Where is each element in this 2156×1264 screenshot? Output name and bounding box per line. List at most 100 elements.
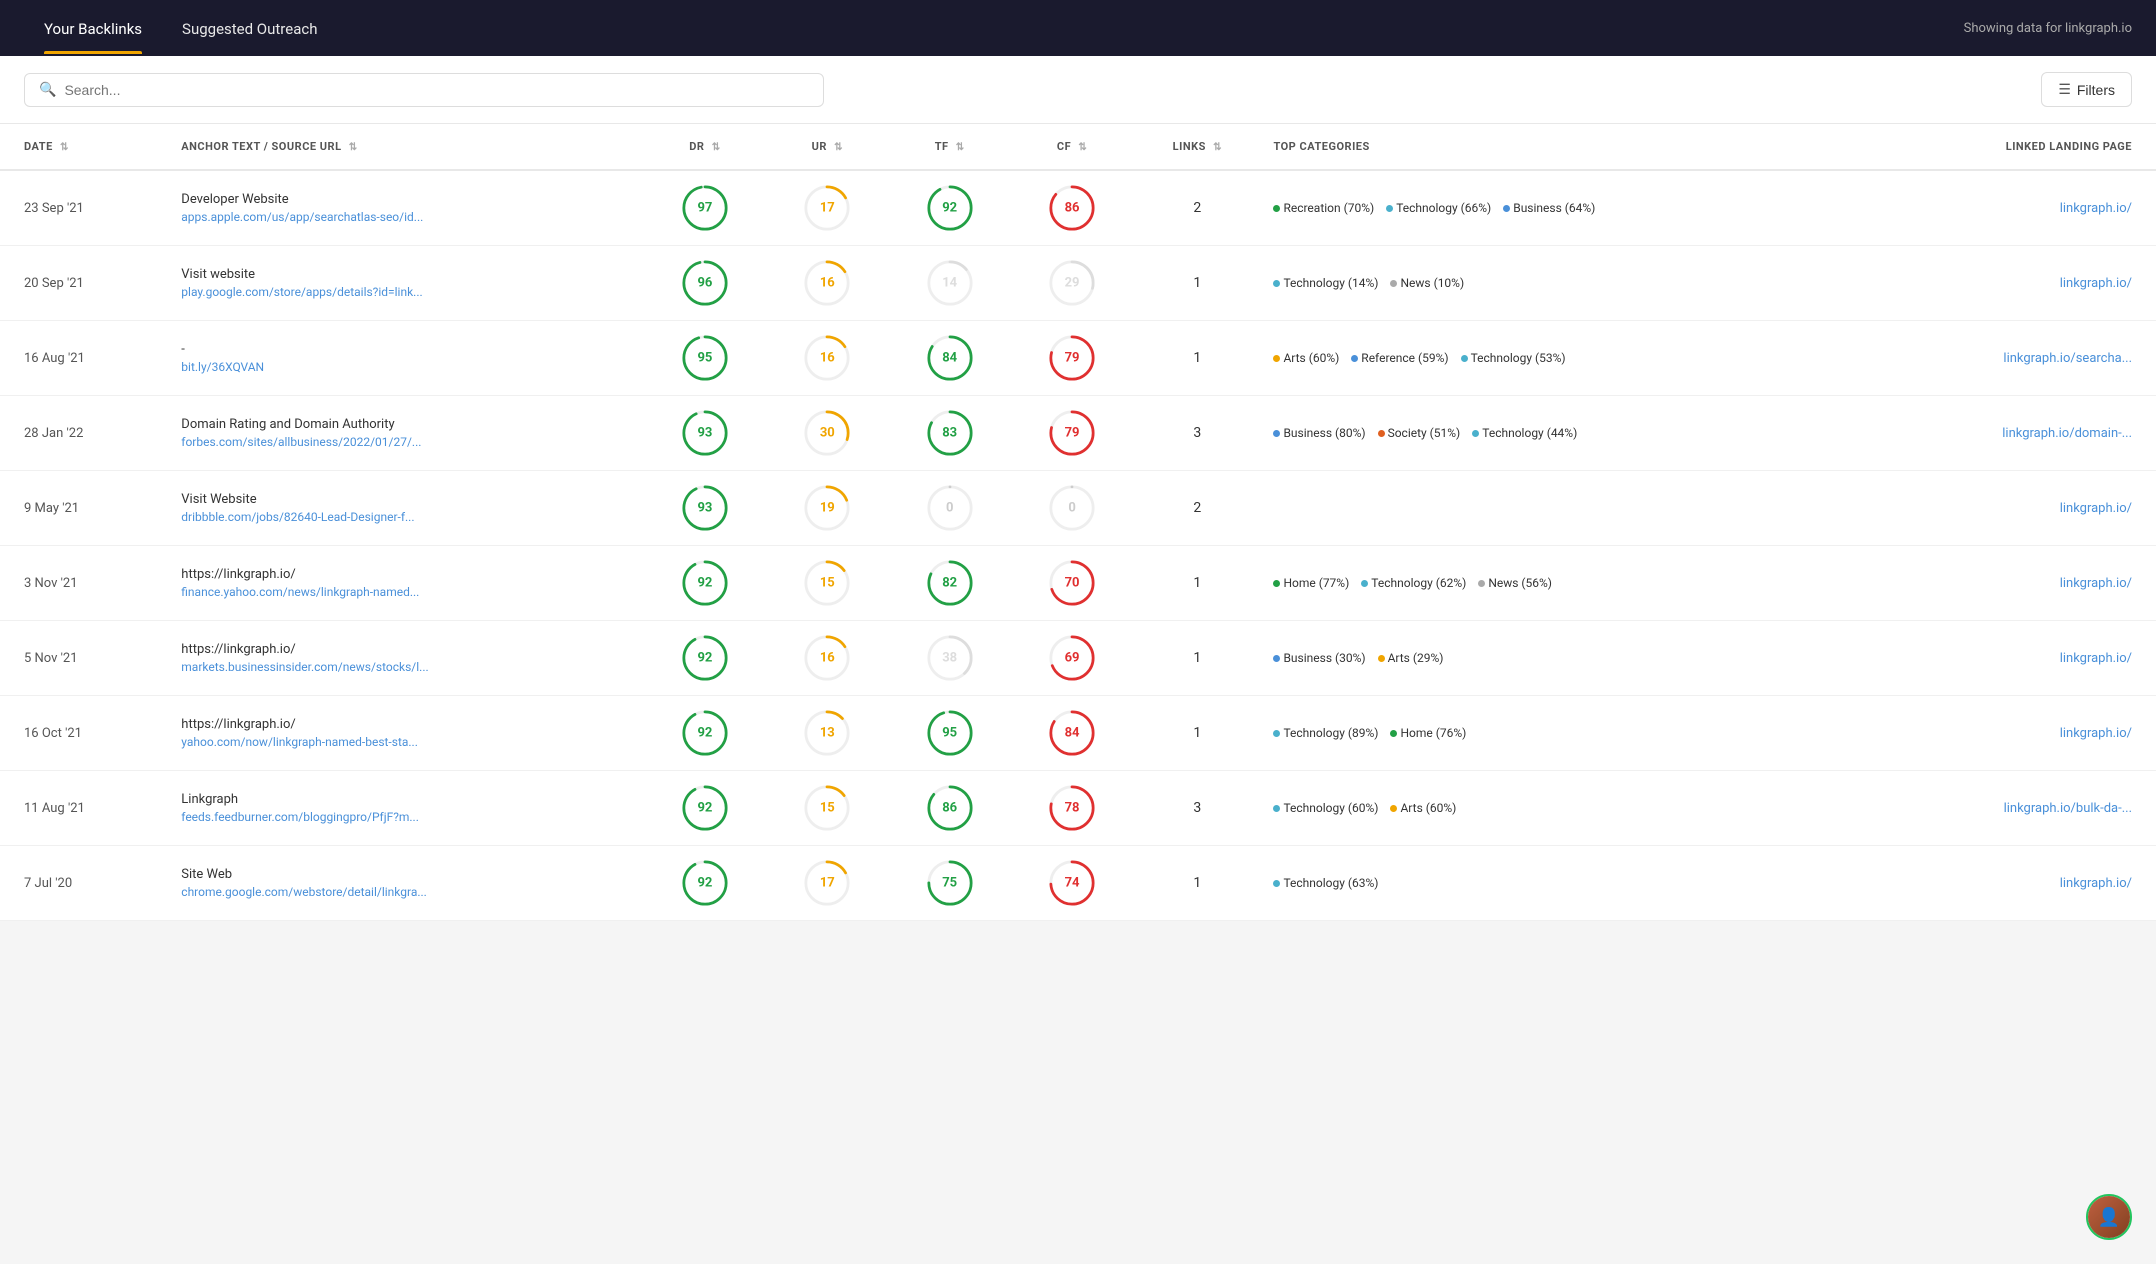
landing-page-link[interactable]: linkgraph.io/ (2060, 501, 2132, 516)
navigation: Your Backlinks Suggested Outreach Showin… (0, 0, 2156, 56)
metric-value: 93 (697, 501, 712, 516)
cell-categories: Business (80%) Society (51%) Technology … (1261, 396, 1866, 471)
metric-circle-wrap: 19 (778, 485, 876, 531)
source-url[interactable]: chrome.google.com/webstore/detail/linkgr… (181, 885, 427, 899)
links-value: 2 (1193, 200, 1201, 216)
cell-links: 2 (1133, 170, 1261, 246)
category-item: Business (80%) (1273, 426, 1365, 440)
col-tf[interactable]: TF ⇅ (889, 124, 1011, 170)
metric-circle: 13 (804, 710, 850, 756)
metric-value: 95 (697, 351, 712, 366)
col-dr[interactable]: DR ⇅ (644, 124, 766, 170)
cell-categories: Technology (89%) Home (76%) (1261, 696, 1866, 771)
category-dot (1273, 580, 1280, 587)
categories-list: Business (80%) Society (51%) Technology … (1273, 426, 1854, 440)
source-url[interactable]: forbes.com/sites/allbusiness/2022/01/27/… (181, 435, 421, 449)
category-label: News (10%) (1400, 276, 1464, 290)
filters-button[interactable]: ☰ Filters (2041, 72, 2132, 107)
anchor-text: Linkgraph (181, 792, 631, 807)
metric-value: 16 (820, 351, 835, 366)
cell-anchor: Visit website play.google.com/store/apps… (169, 246, 643, 321)
col-anchor[interactable]: ANCHOR TEXT / SOURCE URL ⇅ (169, 124, 643, 170)
category-label: Home (77%) (1283, 576, 1349, 590)
cell-links: 3 (1133, 396, 1261, 471)
anchor-text: - (181, 342, 631, 357)
source-url[interactable]: feeds.feedburner.com/bloggingpro/PfjF?m.… (181, 810, 419, 824)
landing-page-link[interactable]: linkgraph.io/ (2060, 726, 2132, 741)
sort-icon-ur: ⇅ (834, 142, 843, 153)
source-url[interactable]: finance.yahoo.com/news/linkgraph-named..… (181, 585, 419, 599)
landing-page-link[interactable]: linkgraph.io/ (2060, 876, 2132, 891)
metric-value: 38 (942, 651, 957, 666)
landing-page-link[interactable]: linkgraph.io/ (2060, 201, 2132, 216)
source-url[interactable]: dribbble.com/jobs/82640-Lead-Designer-f.… (181, 510, 414, 524)
col-date[interactable]: DATE ⇅ (0, 124, 169, 170)
col-landing: LINKED LANDING PAGE (1866, 124, 2156, 170)
source-url[interactable]: markets.businessinsider.com/news/stocks/… (181, 660, 428, 674)
category-item: News (10%) (1390, 276, 1464, 290)
cell-anchor: Developer Website apps.apple.com/us/app/… (169, 170, 643, 246)
cell-links: 1 (1133, 546, 1261, 621)
sort-icon-tf: ⇅ (956, 142, 965, 153)
metric-circle: 17 (804, 185, 850, 231)
cell-categories: Technology (63%) (1261, 846, 1866, 921)
cell-categories: Recreation (70%) Technology (66%) Busine… (1261, 170, 1866, 246)
cell-ur: 30 (766, 396, 888, 471)
metric-circle: 92 (927, 185, 973, 231)
cell-date: 16 Aug '21 (0, 321, 169, 396)
landing-page-link[interactable]: linkgraph.io/searcha... (2003, 351, 2132, 366)
search-input[interactable] (64, 82, 809, 98)
col-links[interactable]: LINKS ⇅ (1133, 124, 1261, 170)
metric-circle: 84 (927, 335, 973, 381)
source-url[interactable]: apps.apple.com/us/app/searchatlas-seo/id… (181, 210, 423, 224)
col-cf[interactable]: CF ⇅ (1011, 124, 1133, 170)
metric-value: 16 (820, 276, 835, 291)
category-label: Arts (60%) (1283, 351, 1339, 365)
tab-your-backlinks[interactable]: Your Backlinks (24, 2, 162, 54)
metric-value: 69 (1065, 651, 1080, 666)
cell-dr: 97 (644, 170, 766, 246)
cell-links: 1 (1133, 246, 1261, 321)
category-dot (1273, 730, 1280, 737)
landing-page-link[interactable]: linkgraph.io/ (2060, 576, 2132, 591)
landing-page-link[interactable]: linkgraph.io/ (2060, 276, 2132, 291)
category-item: Technology (63%) (1273, 876, 1378, 890)
links-value: 2 (1193, 500, 1201, 516)
category-dot (1273, 280, 1280, 287)
metric-circle: 92 (682, 860, 728, 906)
cell-links: 1 (1133, 621, 1261, 696)
anchor-text: Site Web (181, 867, 631, 882)
metric-circle: 69 (1049, 635, 1095, 681)
nav-showing-data: Showing data for linkgraph.io (1964, 21, 2132, 36)
landing-page-link[interactable]: linkgraph.io/bulk-da-... (2004, 801, 2132, 816)
metric-circle: 78 (1049, 785, 1095, 831)
metric-circle: 16 (804, 335, 850, 381)
cell-cf: 69 (1011, 621, 1133, 696)
avatar[interactable]: 👤 (2086, 1194, 2132, 1240)
metric-circle: 75 (927, 860, 973, 906)
cell-categories: Business (30%) Arts (29%) (1261, 621, 1866, 696)
cell-cf: 29 (1011, 246, 1133, 321)
landing-page-link[interactable]: linkgraph.io/ (2060, 651, 2132, 666)
cell-categories: Technology (14%) News (10%) (1261, 246, 1866, 321)
source-url[interactable]: yahoo.com/now/linkgraph-named-best-sta..… (181, 735, 418, 749)
source-url[interactable]: play.google.com/store/apps/details?id=li… (181, 285, 422, 299)
table-row: 20 Sep '21 Visit website play.google.com… (0, 246, 2156, 321)
metric-value: 86 (1065, 201, 1080, 216)
search-wrap: 🔍 (24, 73, 824, 107)
col-categories: TOP CATEGORIES (1261, 124, 1866, 170)
source-url[interactable]: bit.ly/36XQVAN (181, 360, 264, 374)
cell-anchor: Linkgraph feeds.feedburner.com/bloggingp… (169, 771, 643, 846)
metric-value: 79 (1065, 351, 1080, 366)
metric-circle: 92 (682, 635, 728, 681)
tab-suggested-outreach[interactable]: Suggested Outreach (162, 2, 337, 54)
cell-dr: 95 (644, 321, 766, 396)
metric-circle: 16 (804, 260, 850, 306)
category-item: Recreation (70%) (1273, 201, 1374, 215)
cell-ur: 13 (766, 696, 888, 771)
landing-page-link[interactable]: linkgraph.io/domain-... (2002, 426, 2132, 441)
category-item: Business (30%) (1273, 651, 1365, 665)
category-label: Recreation (70%) (1283, 201, 1374, 215)
col-ur[interactable]: UR ⇅ (766, 124, 888, 170)
cell-cf: 78 (1011, 771, 1133, 846)
